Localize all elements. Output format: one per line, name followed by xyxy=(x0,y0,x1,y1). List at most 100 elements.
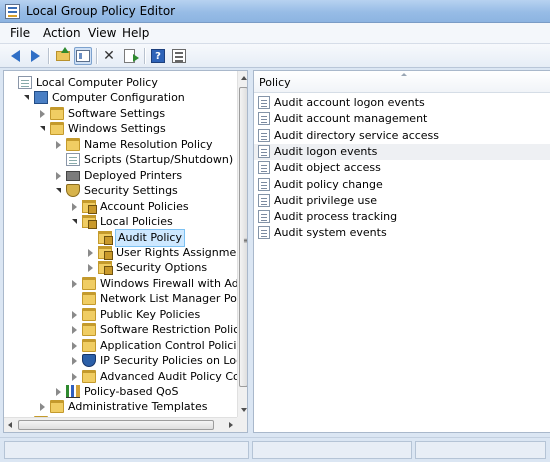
menu-action[interactable]: Action xyxy=(43,26,81,40)
collapsed-arrow-icon[interactable] xyxy=(72,341,77,350)
tree-hscroll-thumb[interactable] xyxy=(18,420,214,430)
help-icon: ? xyxy=(151,49,165,63)
collapsed-arrow-icon[interactable] xyxy=(56,388,61,396)
tree-scroll-thumb[interactable]: ≡ xyxy=(239,87,247,387)
tree-item-label: Deployed Printers xyxy=(84,168,183,182)
list-item[interactable]: Audit privilege use xyxy=(254,193,550,209)
folder-icon xyxy=(50,122,64,136)
expanded-arrow-icon[interactable] xyxy=(56,188,61,194)
tree-item-label: Computer Configuration xyxy=(52,91,185,105)
list-item[interactable]: Audit account management xyxy=(254,111,550,127)
tree-item-label: Windows Firewall with Advanced Security xyxy=(100,276,247,290)
show-hide-tree-button[interactable] xyxy=(74,47,92,65)
toolbar-separator xyxy=(96,48,97,64)
list-item[interactable]: Audit directory service access xyxy=(254,128,550,144)
policy-name: Audit logon events xyxy=(274,144,378,158)
collapsed-arrow-icon[interactable] xyxy=(40,403,45,412)
column-header-policy[interactable]: Policy xyxy=(259,76,291,89)
tree-item-label: Local Computer Policy xyxy=(36,76,158,89)
list-item[interactable]: Audit account logon events xyxy=(254,95,550,111)
tree-item-label: Audit Policy xyxy=(115,228,185,247)
expanded-arrow-icon[interactable] xyxy=(24,95,29,101)
scroll-up-arrow-icon[interactable] xyxy=(241,76,247,80)
delete-button[interactable]: ✕ xyxy=(100,47,118,65)
tree-vertical-scrollbar[interactable]: ≡ xyxy=(237,71,247,417)
tree-horizontal-scrollbar[interactable] xyxy=(4,417,237,432)
policy-name: Audit account logon events xyxy=(274,96,425,109)
delete-icon: ✕ xyxy=(103,48,115,64)
list-item[interactable]: Audit object access xyxy=(254,160,550,176)
collapsed-arrow-icon[interactable] xyxy=(72,279,77,288)
collapsed-arrow-icon[interactable] xyxy=(56,140,61,149)
title-bar: Local Group Policy Editor xyxy=(0,0,550,23)
properties-button[interactable] xyxy=(170,47,188,65)
policy-list-pane[interactable]: Policy Audit account logon events Audit a… xyxy=(253,70,550,433)
help-button[interactable]: ? xyxy=(149,47,167,65)
list-item[interactable]: Audit process tracking xyxy=(254,209,550,225)
scroll-left-arrow-icon[interactable] xyxy=(8,422,12,428)
forward-button[interactable] xyxy=(26,47,44,65)
folder-icon xyxy=(82,292,96,306)
expanded-arrow-icon[interactable] xyxy=(40,126,45,132)
menu-bar: File Action View Help xyxy=(0,23,550,44)
collapsed-arrow-icon[interactable] xyxy=(72,202,77,211)
console-tree[interactable]: Local Computer Policy Computer Configurat… xyxy=(3,70,248,433)
menu-view[interactable]: View xyxy=(88,26,116,40)
toolbar-separator xyxy=(144,48,145,64)
tree-item-label: Administrative Templates xyxy=(68,400,208,414)
secure-folder-icon xyxy=(98,230,113,245)
collapsed-arrow-icon[interactable] xyxy=(56,171,61,180)
computer-icon xyxy=(34,91,48,105)
properties-icon xyxy=(172,49,186,63)
secure-folder-icon xyxy=(98,245,113,260)
up-one-level-button[interactable] xyxy=(54,47,72,65)
tree-item-label: Software Restriction Policies xyxy=(100,323,248,337)
network-security-icon xyxy=(82,354,96,368)
collapsed-arrow-icon[interactable] xyxy=(72,310,77,319)
window-title: Local Group Policy Editor xyxy=(26,4,176,18)
policy-setting-icon xyxy=(258,193,270,207)
tree-item-label: Software Settings xyxy=(68,106,166,120)
expanded-arrow-icon[interactable] xyxy=(72,219,77,225)
policy-name: Audit object access xyxy=(274,161,381,175)
console-client-area: Local Computer Policy Computer Configurat… xyxy=(0,68,550,462)
menu-file[interactable]: File xyxy=(10,26,30,40)
tree-item-label: User Rights Assignment xyxy=(116,245,248,259)
policy-setting-icon xyxy=(258,96,270,109)
policy-setting-icon xyxy=(258,177,270,191)
collapsed-arrow-icon[interactable] xyxy=(72,326,77,335)
list-item[interactable]: Audit logon events xyxy=(254,143,550,160)
collapsed-arrow-icon[interactable] xyxy=(88,248,93,257)
list-item[interactable]: Audit policy change xyxy=(254,177,550,193)
menu-help[interactable]: Help xyxy=(122,26,149,40)
policy-name: Audit directory service access xyxy=(274,128,440,142)
tree-item-label: Public Key Policies xyxy=(100,307,201,321)
show-hide-tree-icon xyxy=(76,50,90,62)
back-icon xyxy=(10,50,20,62)
security-icon xyxy=(66,184,80,198)
policy-setting-icon xyxy=(258,210,270,224)
folder-icon xyxy=(66,137,80,151)
policy-name: Audit account management xyxy=(274,112,428,126)
tree-item-label: Security Options xyxy=(116,261,208,275)
tree-item-label: Policy-based QoS xyxy=(84,385,179,398)
scroll-right-arrow-icon[interactable] xyxy=(229,422,233,428)
policy-setting-icon xyxy=(258,112,270,126)
scroll-down-arrow-icon[interactable] xyxy=(241,408,247,412)
tree-item-label: Application Control Policies xyxy=(100,338,248,352)
policy-name: Audit privilege use xyxy=(274,193,378,207)
chart-icon xyxy=(66,385,80,398)
secure-folder-icon xyxy=(82,199,97,214)
export-list-button[interactable] xyxy=(120,47,139,65)
folder-icon xyxy=(82,276,96,290)
list-item[interactable]: Audit system events xyxy=(254,225,550,241)
tree-item-label: Name Resolution Policy xyxy=(84,137,213,151)
collapsed-arrow-icon[interactable] xyxy=(40,109,45,118)
back-button[interactable] xyxy=(6,47,24,65)
list-header: Policy xyxy=(254,71,550,93)
policy-setting-icon xyxy=(258,144,270,158)
scroll-corner xyxy=(237,417,247,432)
collapsed-arrow-icon[interactable] xyxy=(72,372,77,381)
collapsed-arrow-icon[interactable] xyxy=(72,357,77,366)
collapsed-arrow-icon[interactable] xyxy=(88,264,93,273)
